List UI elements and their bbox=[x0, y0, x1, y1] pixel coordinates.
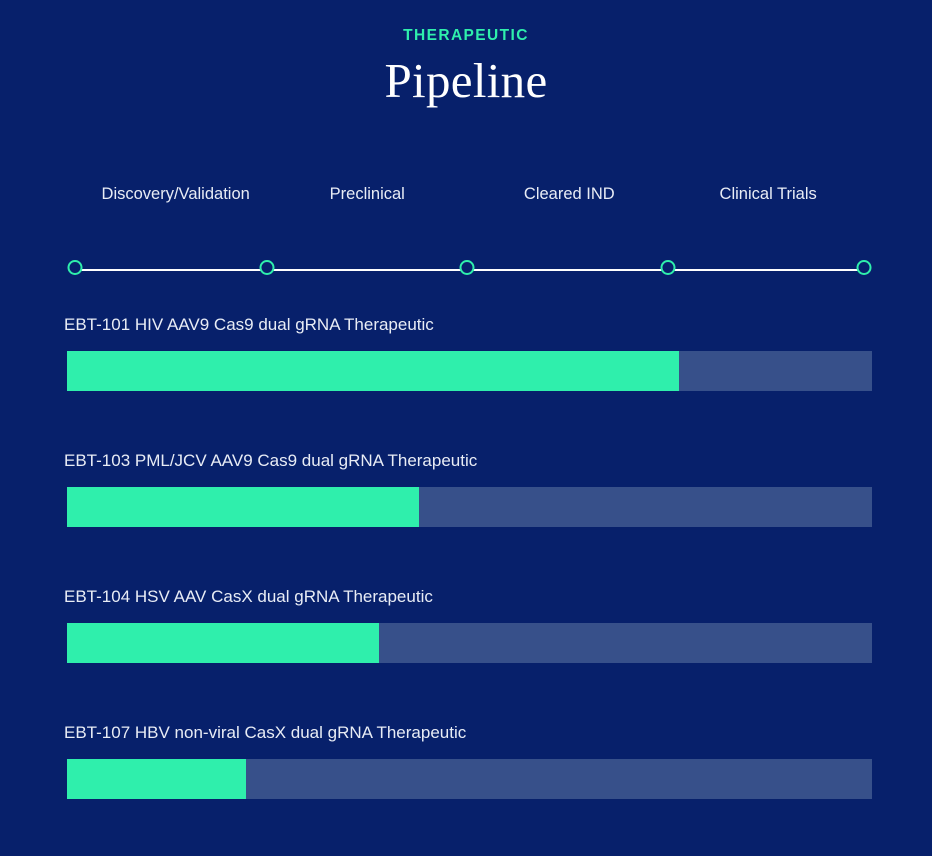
milestone-dot-icon bbox=[67, 260, 83, 275]
stage-label: Discovery/Validation bbox=[101, 185, 250, 203]
milestone-track bbox=[67, 258, 872, 282]
program-progress-fill bbox=[67, 487, 419, 527]
program-row: EBT-107 HBV non-viral CasX dual gRNA The… bbox=[0, 720, 932, 856]
program-list: EBT-101 HIV AAV9 Cas9 dual gRNA Therapeu… bbox=[0, 312, 932, 856]
program-progress-track bbox=[67, 623, 872, 663]
program-row: EBT-101 HIV AAV9 Cas9 dual gRNA Therapeu… bbox=[0, 312, 932, 448]
program-progress-track bbox=[67, 759, 872, 799]
program-progress-fill bbox=[67, 623, 380, 663]
section-eyebrow: THERAPEUTIC bbox=[403, 27, 529, 44]
milestone-dot-icon bbox=[856, 260, 872, 275]
stage-label: Preclinical bbox=[329, 185, 405, 203]
milestone-dot-icon bbox=[660, 260, 676, 275]
program-progress-track bbox=[67, 351, 872, 391]
program-progress-fill bbox=[67, 759, 246, 799]
page-header: THERAPEUTIC Pipeline bbox=[0, 0, 932, 110]
program-progress-track bbox=[67, 487, 872, 527]
stage-label-row: Discovery/Validation Preclinical Cleared I… bbox=[67, 180, 872, 210]
page-title: Pipeline bbox=[384, 53, 548, 108]
program-name: EBT-107 HBV non-viral CasX dual gRNA The… bbox=[64, 723, 467, 742]
stage-label: Cleared IND bbox=[523, 185, 615, 203]
pipeline-page: THERAPEUTIC Pipeline Discovery/Validatio… bbox=[0, 0, 932, 822]
milestone-dot-icon bbox=[459, 260, 475, 275]
program-name: EBT-101 HIV AAV9 Cas9 dual gRNA Therapeu… bbox=[64, 315, 434, 334]
program-row: EBT-104 HSV AAV CasX dual gRNA Therapeut… bbox=[0, 584, 932, 720]
program-progress-fill bbox=[67, 351, 679, 391]
program-row: EBT-103 PML/JCV AAV9 Cas9 dual gRNA Ther… bbox=[0, 448, 932, 584]
program-name: EBT-104 HSV AAV CasX dual gRNA Therapeut… bbox=[64, 587, 433, 606]
stage-label: Clinical Trials bbox=[719, 185, 817, 203]
milestone-dot-icon bbox=[259, 260, 275, 275]
program-name: EBT-103 PML/JCV AAV9 Cas9 dual gRNA Ther… bbox=[64, 451, 478, 470]
